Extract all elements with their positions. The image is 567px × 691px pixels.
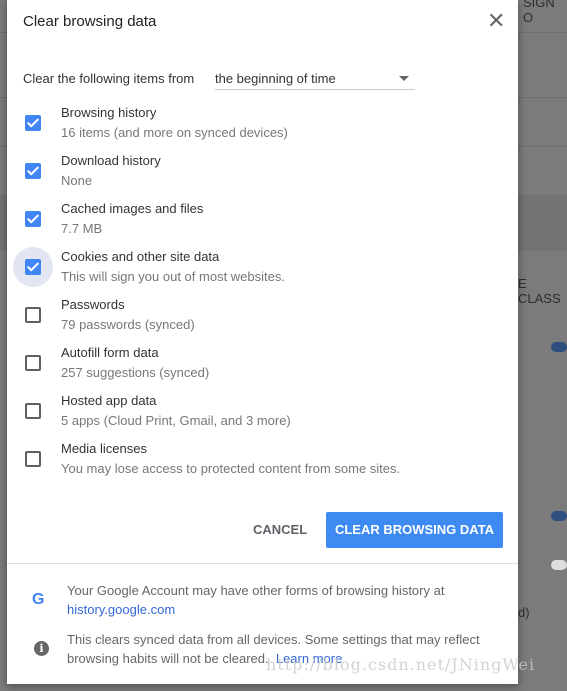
dialog-title: Clear browsing data	[23, 13, 157, 30]
item-label: Download history	[61, 153, 161, 168]
checkbox-row[interactable]: Browsing history 16 items (and more on s…	[7, 98, 518, 146]
checkbox-row[interactable]: Hosted app data 5 apps (Cloud Print, Gma…	[7, 386, 518, 434]
checkbox[interactable]	[25, 355, 41, 371]
cancel-button[interactable]: CANCEL	[243, 516, 317, 543]
time-range-label: Clear the following items from	[23, 71, 195, 86]
checkbox-row[interactable]: Cached images and files 7.7 MB	[7, 194, 518, 242]
item-label: Media licenses	[61, 441, 147, 456]
item-label: Cached images and files	[61, 201, 204, 216]
history-google-link[interactable]: history.google.com	[67, 602, 175, 617]
sign-out-fragment: SIGN O	[523, 0, 555, 25]
checkbox-row[interactable]: Autofill form data 257 suggestions (sync…	[7, 338, 518, 386]
item-label: Passwords	[61, 297, 125, 312]
checkbox-row[interactable]: Cookies and other site data This will si…	[7, 242, 518, 290]
checkbox[interactable]	[25, 403, 41, 419]
checkbox[interactable]	[25, 163, 41, 179]
checkbox[interactable]	[25, 115, 41, 131]
item-label: Hosted app data	[61, 393, 157, 408]
checkbox-row[interactable]: Download history None	[7, 146, 518, 194]
clear-browsing-data-button[interactable]: CLEAR BROWSING DATA	[326, 512, 503, 548]
item-label: Cookies and other site data	[61, 249, 220, 264]
toggle[interactable]	[551, 511, 567, 521]
time-range-select[interactable]: the beginning of time	[215, 68, 415, 90]
checkbox[interactable]	[25, 211, 41, 227]
item-description: 16 items (and more on synced devices)	[61, 125, 288, 140]
checkbox-row[interactable]: Passwords 79 passwords (synced)	[7, 290, 518, 338]
footer-divider	[7, 563, 518, 564]
checkbox[interactable]	[25, 307, 41, 323]
dropdown-arrow-icon	[399, 76, 409, 81]
google-icon: G	[32, 591, 45, 608]
item-label: Browsing history	[61, 105, 157, 120]
item-description: 257 suggestions (synced)	[61, 365, 210, 380]
google-account-note: Your Google Account may have other forms…	[67, 583, 445, 617]
checkbox-row[interactable]: Media licenses You may lose access to pr…	[7, 434, 518, 482]
checkbox[interactable]	[25, 451, 41, 467]
close-icon[interactable]: ✕	[487, 10, 505, 32]
item-description: 79 passwords (synced)	[61, 317, 195, 332]
info-icon: i	[34, 641, 49, 656]
section-fragment: E CLASS	[518, 276, 561, 306]
item-description: 7.7 MB	[61, 221, 103, 236]
item-description: 5 apps (Cloud Print, Gmail, and 3 more)	[61, 413, 291, 428]
time-range-value: the beginning of time	[215, 71, 336, 86]
toggle[interactable]	[551, 560, 567, 570]
item-description: You may lose access to protected content…	[61, 461, 401, 476]
item-description: None	[61, 173, 93, 188]
item-description: This will sign you out of most websites.	[61, 269, 285, 284]
item-label: Autofill form data	[61, 345, 159, 360]
watermark: http://blog.csdn.net/JNingWei	[266, 655, 536, 674]
toggle[interactable]	[551, 342, 567, 352]
text-fragment: d)	[518, 605, 530, 620]
clear-browsing-data-dialog: Clear browsing data ✕ Clear the followin…	[7, 0, 518, 684]
checkbox[interactable]	[25, 259, 41, 275]
